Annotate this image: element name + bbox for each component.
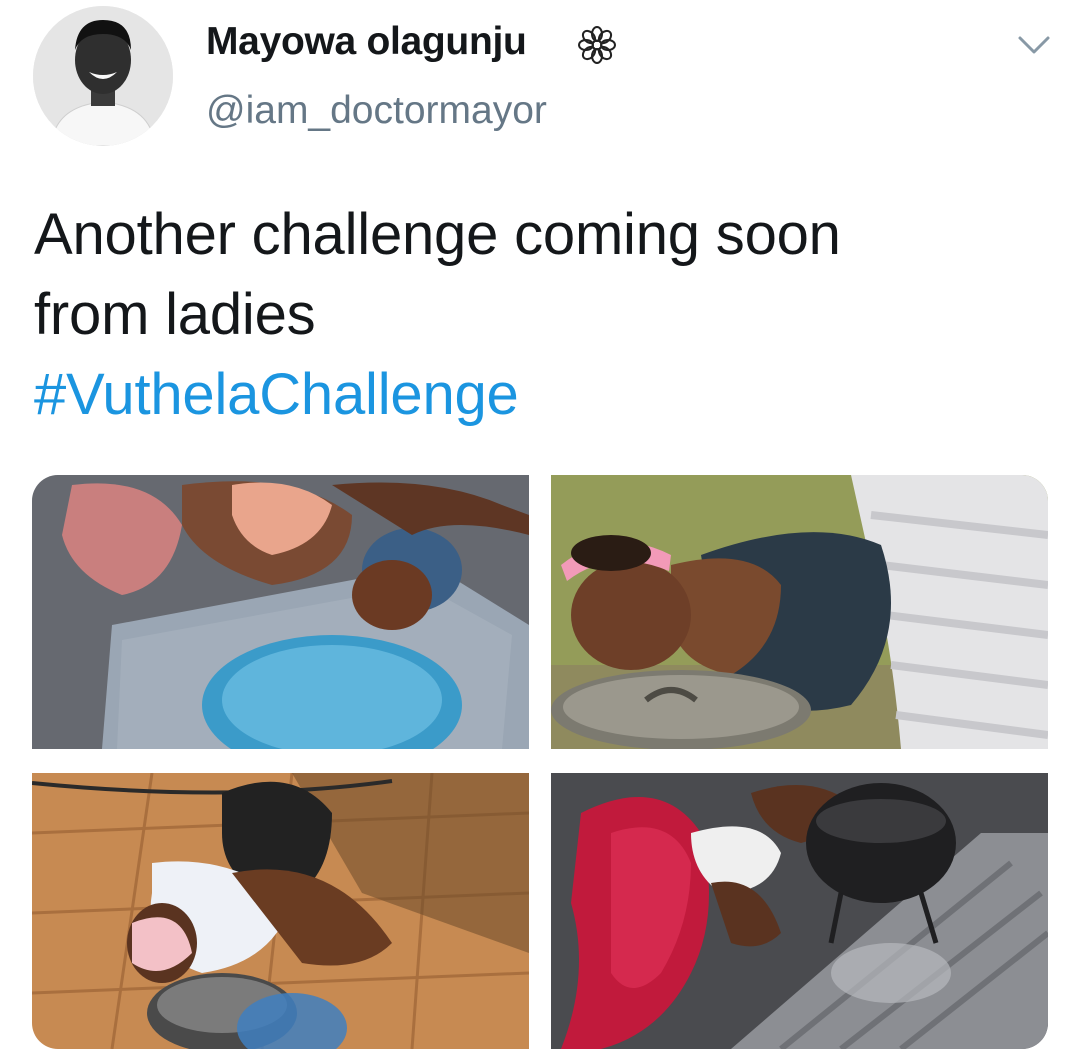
author-handle[interactable]: @iam_doctormayor — [206, 89, 547, 133]
media-photo-4[interactable] — [551, 773, 1048, 1049]
avatar[interactable] — [33, 6, 173, 146]
media-grid — [32, 475, 1048, 1049]
tweet-text-line: from ladies — [34, 282, 316, 347]
media-photo-1[interactable] — [32, 475, 529, 749]
tweet-text: Another challenge coming soon from ladie… — [34, 195, 1054, 435]
media-photo-3[interactable] — [32, 773, 529, 1049]
tweet-text-line: Another challenge coming soon — [34, 202, 841, 267]
photo-woman-tasting-pot-lid-icon — [32, 475, 529, 749]
author-display-name[interactable]: Mayowa olagunju — [206, 20, 527, 64]
photo-woman-pot-on-tiles-icon — [32, 773, 529, 1049]
hashtag-link[interactable]: #VuthelaChallenge — [34, 355, 1054, 435]
avatar-photo — [33, 6, 173, 146]
photo-woman-red-leggings-icon — [551, 773, 1048, 1049]
flower-emoji-icon — [578, 26, 616, 64]
photo-woman-pink-headband-icon — [551, 475, 1048, 749]
media-photo-2[interactable] — [551, 475, 1048, 749]
chevron-down-icon[interactable] — [1014, 28, 1054, 62]
